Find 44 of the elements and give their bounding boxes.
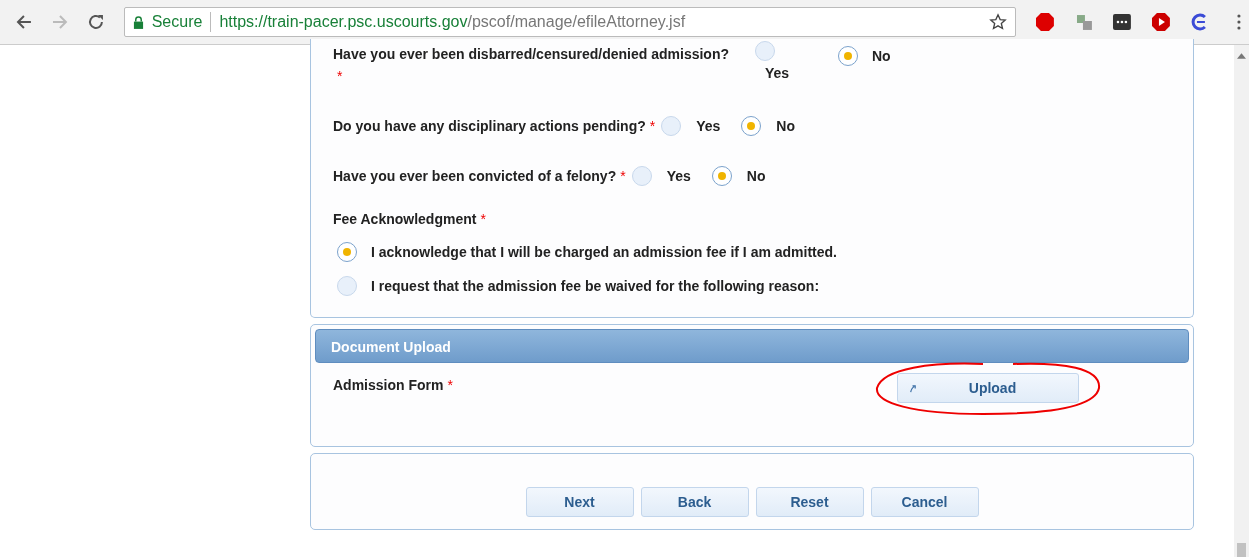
required-mark: * bbox=[337, 68, 343, 84]
scrollbar[interactable] bbox=[1234, 45, 1249, 557]
required-mark: * bbox=[620, 168, 626, 184]
play-icon[interactable] bbox=[1151, 12, 1172, 32]
required-mark: * bbox=[447, 377, 453, 393]
question-label: Have you ever been convicted of a felony? bbox=[333, 168, 617, 184]
required-mark: * bbox=[480, 211, 486, 227]
security-label: Secure bbox=[151, 13, 203, 31]
radio-button[interactable] bbox=[741, 116, 762, 136]
option-label: No bbox=[776, 118, 795, 134]
scroll-thumb[interactable] bbox=[1237, 543, 1246, 557]
option-label: No bbox=[746, 168, 766, 184]
option-label: Yes bbox=[666, 168, 691, 184]
radio-button[interactable] bbox=[661, 116, 682, 136]
option-label: I acknowledge that I will be charged an admission fee if I am admitted. bbox=[371, 244, 837, 260]
address-bar[interactable]: Secure https://train-pacer.psc.uscourts.gov/pscof/manage/efileAttorney.jsf bbox=[123, 7, 1016, 37]
form-button[interactable]: Next bbox=[525, 487, 634, 517]
stop-sign-icon[interactable] bbox=[1034, 12, 1055, 32]
radio-button[interactable] bbox=[337, 242, 357, 262]
option-label: Yes bbox=[765, 65, 790, 81]
radio-button[interactable] bbox=[631, 166, 652, 186]
lock-icon bbox=[132, 15, 144, 29]
radio-button[interactable] bbox=[337, 276, 357, 296]
scroll-up-icon[interactable] bbox=[1237, 53, 1246, 59]
form-button[interactable]: Reset bbox=[755, 487, 864, 517]
upload-arrow-icon bbox=[908, 383, 917, 393]
dots-box-icon[interactable] bbox=[1112, 12, 1133, 32]
url-text: https://train-pacer.psc.uscourts.gov/pscof/manage/efileAttorney.jsf bbox=[219, 13, 687, 31]
option-label: I request that the admission fee be waived for the following reason: bbox=[371, 278, 820, 294]
option-label: Yes bbox=[696, 118, 721, 134]
field-label: Admission Form bbox=[333, 377, 444, 393]
form-button[interactable]: Cancel bbox=[870, 487, 979, 517]
required-mark: * bbox=[649, 118, 656, 134]
upload-button[interactable]: Upload bbox=[897, 373, 1079, 403]
form-button[interactable]: Back bbox=[640, 487, 749, 517]
star-icon[interactable] bbox=[988, 13, 1007, 31]
question-label: Have you ever been disbarred/censured/denied admission? bbox=[333, 46, 730, 62]
question-label: Do you have any disciplinary actions pending? bbox=[333, 118, 646, 134]
option-label: No bbox=[872, 48, 891, 64]
radio-button[interactable] bbox=[711, 166, 732, 186]
radio-button[interactable] bbox=[838, 46, 858, 66]
section-header: Document Upload bbox=[315, 329, 1189, 363]
radio-button[interactable] bbox=[755, 41, 775, 61]
fee-label: Fee Acknowledgment bbox=[333, 211, 477, 227]
